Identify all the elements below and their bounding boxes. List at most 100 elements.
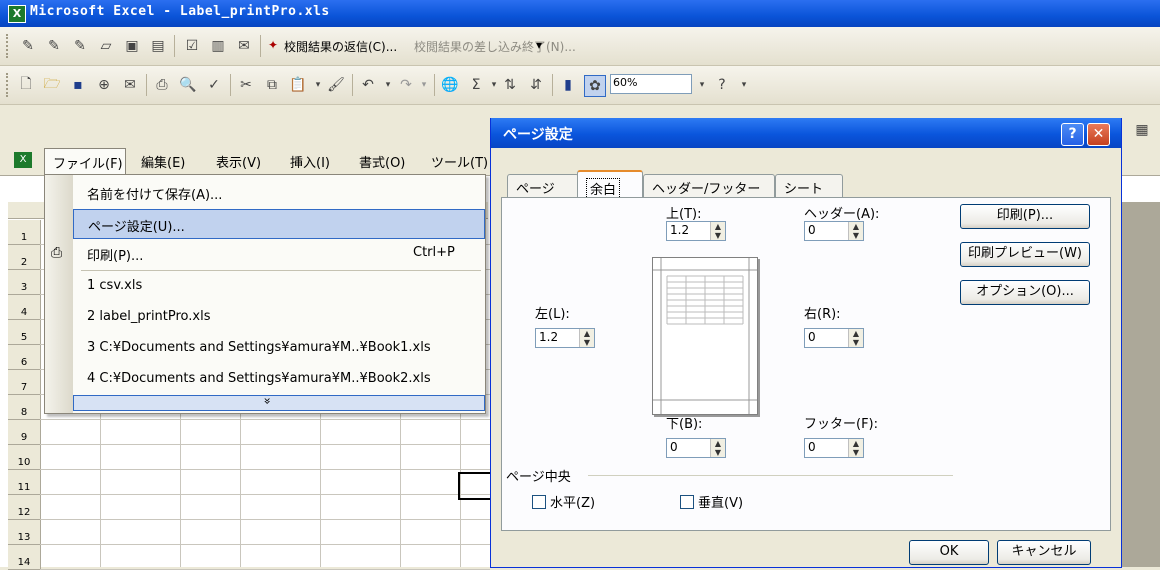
toolbar-options-icon[interactable]: ▾: [536, 38, 542, 52]
menu-edit[interactable]: 編集(E): [141, 152, 185, 171]
spinner-arrows-icon[interactable]: ▲ ▼: [848, 439, 863, 457]
prev-comment-icon[interactable]: ✎: [44, 36, 64, 56]
spinner-arrows-icon[interactable]: ▲ ▼: [579, 329, 594, 347]
print-icon[interactable]: ⎙: [152, 75, 172, 95]
excel-app-icon[interactable]: X: [8, 5, 26, 23]
menu-item-print[interactable]: 印刷(P)... Ctrl+P: [73, 239, 483, 267]
row-header[interactable]: 4: [8, 295, 41, 320]
menu-format[interactable]: 書式(O): [359, 152, 405, 171]
show-all-comments-icon[interactable]: ▣: [122, 36, 142, 56]
new-file-icon[interactable]: 🗋: [16, 75, 36, 95]
permission-icon[interactable]: ⊕: [94, 75, 114, 95]
update-file-icon[interactable]: ▥: [208, 36, 228, 56]
bottom-margin-spinner[interactable]: 0 ▲ ▼: [666, 438, 726, 458]
email-icon[interactable]: ✉: [120, 75, 140, 95]
open-folder-icon[interactable]: 🗁: [42, 75, 62, 95]
row-header[interactable]: 11: [8, 470, 41, 495]
top-margin-spinner[interactable]: 1.2 ▲ ▼: [666, 221, 726, 241]
row-header[interactable]: 8: [8, 395, 41, 420]
toolbar-options-icon[interactable]: ▾: [734, 75, 754, 95]
active-cell[interactable]: [458, 472, 494, 500]
reply-with-changes-button[interactable]: 校閲結果の返信(C)...: [284, 38, 397, 55]
save-icon[interactable]: ▪: [68, 75, 88, 95]
tab-sheet[interactable]: シート: [775, 174, 843, 197]
delete-comment-icon[interactable]: ▤: [148, 36, 168, 56]
spinner-arrows-icon[interactable]: ▲ ▼: [710, 439, 725, 457]
row-header[interactable]: 13: [8, 520, 41, 545]
row-header[interactable]: 10: [8, 445, 41, 470]
print-preview-button[interactable]: 印刷プレビュー(W): [960, 242, 1090, 267]
workbook-icon[interactable]: X: [14, 152, 32, 168]
menu-file[interactable]: ファイル(F): [44, 148, 126, 175]
menu-item-recent-2[interactable]: 2 label_printPro.xls: [73, 303, 483, 331]
spinner-arrows-icon[interactable]: ▲ ▼: [848, 222, 863, 240]
tab-header-footer[interactable]: ヘッダー/フッター: [643, 174, 775, 197]
spinner-arrows-icon[interactable]: ▲ ▼: [710, 222, 725, 240]
spinner-arrows-icon[interactable]: ▲ ▼: [848, 329, 863, 347]
row-header[interactable]: 3: [8, 270, 41, 295]
print-button[interactable]: 印刷(P)...: [960, 204, 1090, 229]
cancel-button[interactable]: キャンセル: [997, 540, 1091, 565]
redo-icon[interactable]: ↷: [396, 75, 416, 95]
toolbar-grip[interactable]: [6, 73, 11, 97]
format-painter-icon[interactable]: 🖌: [326, 75, 346, 95]
help-icon[interactable]: ?: [1061, 123, 1084, 146]
paste-icon[interactable]: 📋: [288, 75, 308, 95]
toolbar-grip[interactable]: [6, 34, 11, 58]
sort-ascending-icon[interactable]: ⇅: [500, 75, 520, 95]
menu-expand-button[interactable]: »: [73, 395, 485, 411]
row-header[interactable]: 1: [8, 220, 41, 245]
autosum-icon[interactable]: Σ: [466, 75, 486, 95]
drawing-icon[interactable]: ✿: [584, 75, 606, 97]
copy-icon[interactable]: ⧉: [262, 75, 282, 95]
zoom-combo[interactable]: 60%: [610, 74, 692, 94]
menu-item-recent-1[interactable]: 1 csv.xls: [73, 272, 483, 300]
close-icon[interactable]: ✕: [1087, 123, 1110, 146]
menu-tools[interactable]: ツール(T): [431, 152, 488, 171]
center-vertical-checkbox[interactable]: [680, 495, 694, 509]
left-margin-spinner[interactable]: 1.2 ▲ ▼: [535, 328, 595, 348]
row-header[interactable]: 5: [8, 320, 41, 345]
tab-margins[interactable]: 余白: [577, 170, 643, 199]
title-bar[interactable]: X Microsoft Excel - Label_printPro.xls: [0, 0, 1160, 27]
hyperlink-icon[interactable]: 🌐: [440, 75, 460, 95]
zoom-dropdown-icon[interactable]: ▾: [692, 75, 712, 95]
next-comment-icon[interactable]: ✎: [70, 36, 90, 56]
footer-margin-spinner[interactable]: 0 ▲ ▼: [804, 438, 864, 458]
options-button[interactable]: オプション(O)...: [960, 280, 1090, 305]
menu-item-page-setup[interactable]: ページ設定(U)...: [73, 209, 485, 239]
row-header[interactable]: 14: [8, 545, 41, 570]
dialog-title-bar[interactable]: ページ設定 ? ✕: [491, 118, 1121, 148]
row-header[interactable]: 2: [8, 245, 41, 270]
new-comment-icon[interactable]: ✎: [18, 36, 38, 56]
row-header[interactable]: 9: [8, 420, 41, 445]
task-icon[interactable]: ☑: [182, 36, 202, 56]
row-header[interactable]: 12: [8, 495, 41, 520]
cut-icon[interactable]: ✂: [236, 75, 256, 95]
menu-item-recent-4[interactable]: 4 C:¥Documents and Settings¥amura¥M..¥Bo…: [73, 365, 483, 393]
menu-item-recent-3[interactable]: 3 C:¥Documents and Settings¥amura¥M..¥Bo…: [73, 334, 483, 362]
undo-icon[interactable]: ↶: [358, 75, 378, 95]
menu-insert[interactable]: 挿入(I): [290, 152, 330, 171]
right-margin-spinner[interactable]: 0 ▲ ▼: [804, 328, 864, 348]
menu-view[interactable]: 表示(V): [216, 152, 261, 171]
send-mail-icon[interactable]: ✉: [234, 36, 254, 56]
row-header[interactable]: 7: [8, 370, 41, 395]
tab-page[interactable]: ページ: [507, 174, 579, 197]
print-preview-icon[interactable]: 🔍: [178, 75, 198, 95]
ok-button[interactable]: OK: [909, 540, 989, 565]
row-header[interactable]: 6: [8, 345, 41, 370]
sort-descending-icon[interactable]: ⇵: [526, 75, 546, 95]
redo-dropdown-icon[interactable]: ▾: [414, 75, 434, 95]
center-horizontal-checkbox[interactable]: [532, 495, 546, 509]
chart-wizard-icon[interactable]: ▮: [558, 75, 578, 95]
undo-dropdown-icon[interactable]: ▾: [378, 75, 398, 95]
toolbar-grid-icon[interactable]: ▦: [1132, 120, 1152, 140]
show-comment-icon[interactable]: ▱: [96, 36, 116, 56]
menu-item-save-as[interactable]: 名前を付けて保存(A)...: [73, 178, 483, 206]
help-icon[interactable]: ?: [712, 75, 732, 95]
header-margin-spinner[interactable]: 0 ▲ ▼: [804, 221, 864, 241]
spelling-icon[interactable]: ✓: [204, 75, 224, 95]
end-review-button[interactable]: 校閲結果の差し込み終了(N)...: [414, 38, 576, 55]
paste-dropdown-icon[interactable]: ▾: [308, 75, 328, 95]
